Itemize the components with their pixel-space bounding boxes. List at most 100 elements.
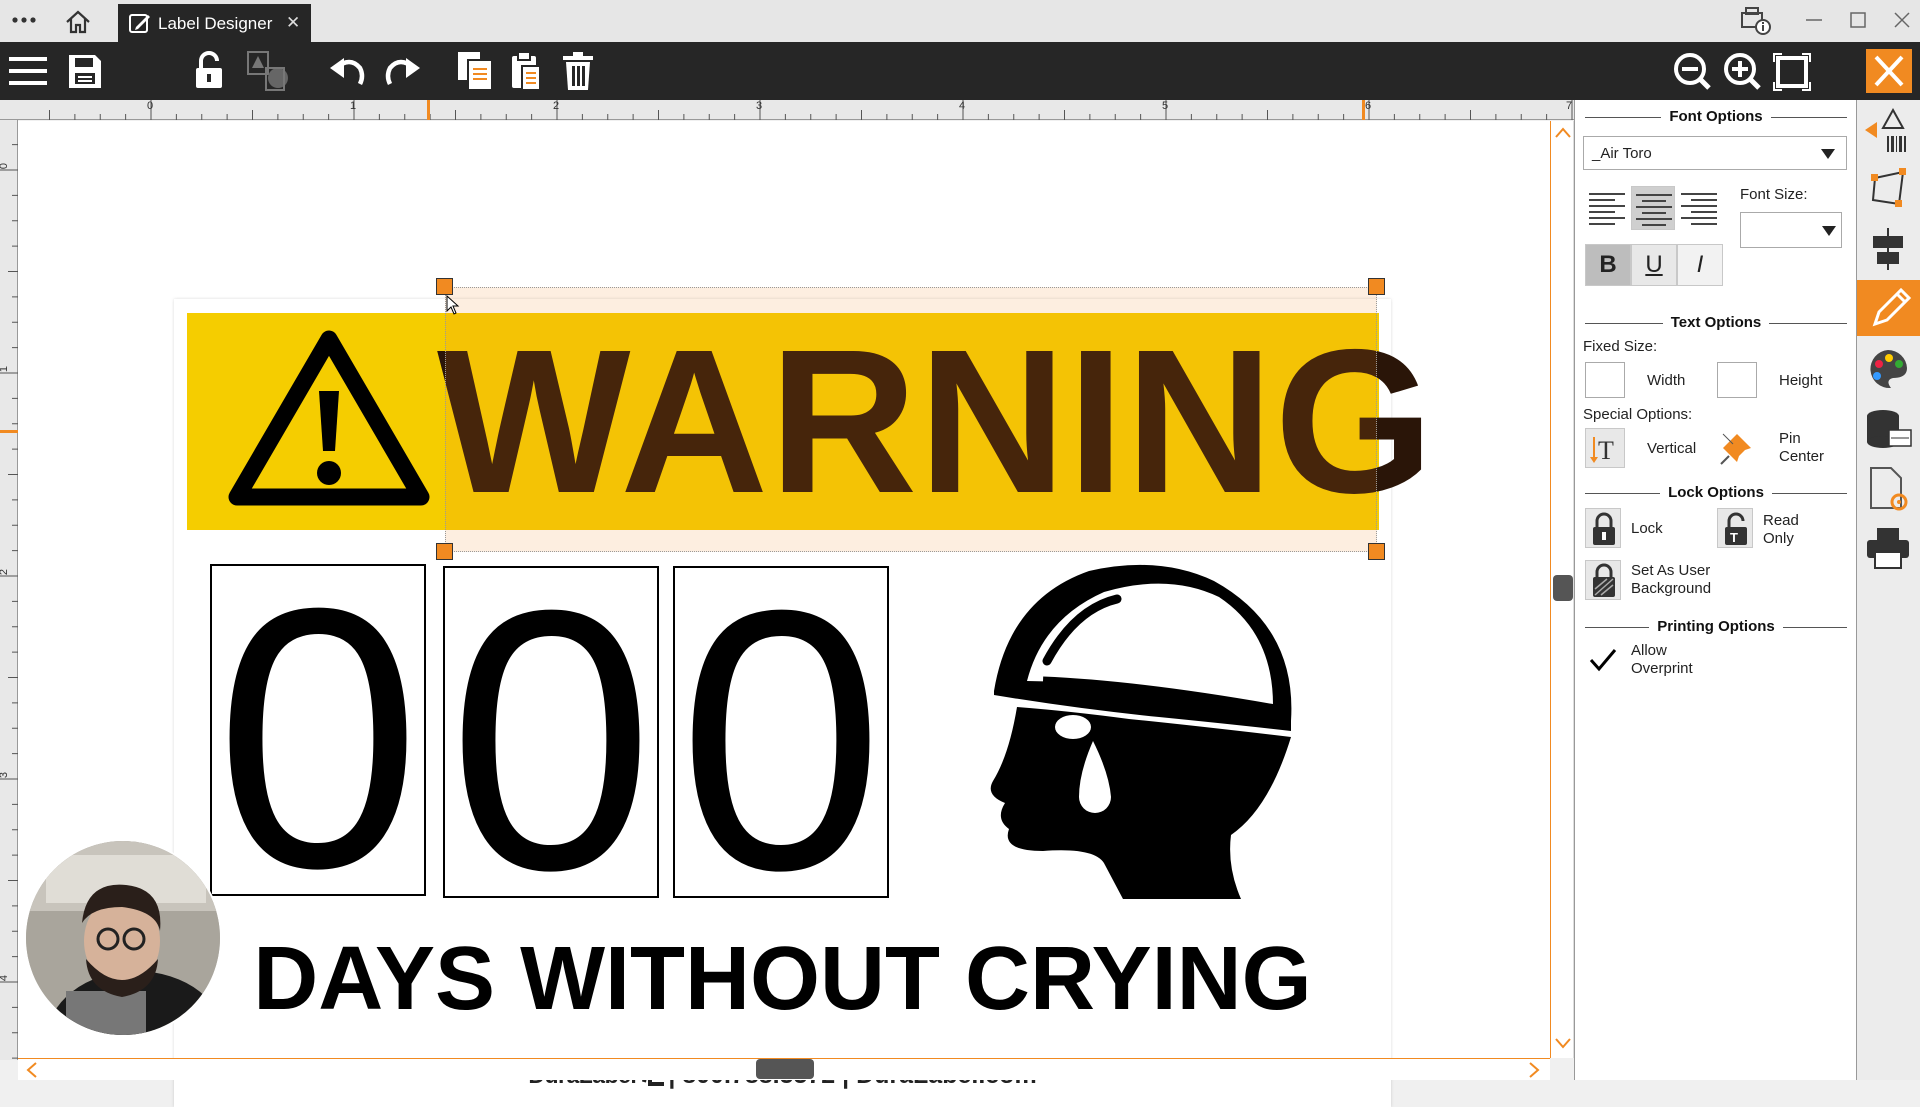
scroll-up-icon[interactable] — [1553, 123, 1573, 143]
user-background-button[interactable] — [1585, 560, 1621, 600]
digit-1: 0 — [215, 532, 421, 945]
shape-tool-button[interactable] — [1863, 164, 1913, 214]
main-toolbar — [0, 42, 1920, 100]
svg-text:T: T — [1598, 436, 1614, 465]
font-family-value: _Air Toro — [1592, 145, 1652, 162]
background-lock-icon — [1593, 563, 1615, 597]
align-right-icon — [1681, 193, 1717, 225]
vertical-scrollbar[interactable] — [1550, 121, 1574, 1058]
ruler-mark-0: 0 — [147, 100, 154, 112]
unlock-icon[interactable] — [192, 50, 226, 92]
tab-label-designer[interactable]: Label Designer ✕ — [118, 4, 311, 42]
digit-box-2[interactable]: 0 — [443, 556, 659, 926]
ruler-mark-5: 5 — [1162, 100, 1169, 112]
align-objects-button[interactable] — [1863, 224, 1913, 274]
align-center-button[interactable] — [1631, 186, 1675, 230]
database-button[interactable] — [1863, 404, 1913, 454]
vertical-scroll-thumb[interactable] — [1553, 575, 1573, 601]
pin-center-label: Pin Center — [1779, 430, 1825, 465]
copy-icon[interactable] — [454, 50, 496, 92]
save-icon[interactable] — [66, 50, 104, 92]
properties-panel: Font Options _Air Toro Font Size: B U I … — [1574, 100, 1856, 1080]
maximize-icon[interactable] — [1848, 8, 1868, 38]
bold-button[interactable]: B — [1585, 244, 1631, 286]
crying-worker-icon[interactable] — [979, 559, 1309, 899]
underline-button[interactable]: U — [1631, 244, 1677, 286]
height-label: Height — [1779, 372, 1823, 389]
zoom-in-icon[interactable] — [1722, 50, 1762, 92]
print-preview-icon[interactable] — [1738, 5, 1774, 37]
resize-handle-top-left[interactable] — [436, 278, 453, 295]
home-icon[interactable] — [64, 9, 92, 35]
pin-center-button[interactable] — [1717, 428, 1757, 468]
read-only-label: Read Only — [1763, 512, 1799, 547]
palette-icon — [1870, 349, 1907, 389]
font-options-heading: Font Options — [1585, 108, 1847, 125]
window-close-icon[interactable] — [1892, 8, 1912, 38]
align-center-icon — [1636, 194, 1672, 226]
fixed-width-input[interactable] — [1585, 362, 1625, 398]
color-palette-button[interactable] — [1863, 344, 1913, 394]
ruler-vmark-2: 2 — [0, 569, 10, 575]
mouse-cursor-icon — [446, 294, 460, 320]
resize-handle-top-right[interactable] — [1368, 278, 1385, 295]
lock-button[interactable] — [1585, 508, 1621, 548]
allow-overprint-checkbox[interactable] — [1585, 642, 1621, 678]
align-left-button[interactable] — [1585, 186, 1629, 230]
fixed-height-input[interactable] — [1717, 362, 1757, 398]
horizontal-scrollbar[interactable] — [18, 1058, 1550, 1080]
svg-text:T: T — [1730, 530, 1738, 545]
scroll-right-icon[interactable] — [1524, 1060, 1544, 1080]
allow-overprint-label: Allow Overprint — [1631, 642, 1693, 677]
ruler-vmark-3: 3 — [0, 772, 10, 778]
ruler-horizontal: 0 1 2 3 4 5 6 7 — [0, 100, 1574, 120]
symbol-library-button[interactable] — [1863, 106, 1913, 156]
scroll-left-icon[interactable] — [22, 1060, 42, 1080]
print-button[interactable] — [1863, 524, 1913, 574]
font-size-select[interactable] — [1740, 212, 1842, 248]
ruler-vmark-0: 0 — [0, 163, 10, 169]
paste-icon[interactable] — [508, 50, 544, 92]
close-icon — [1874, 55, 1904, 87]
text-options-heading: Text Options — [1585, 314, 1847, 331]
scroll-down-icon[interactable] — [1553, 1033, 1573, 1053]
horizontal-scroll-thumb[interactable] — [756, 1059, 814, 1079]
text-tool-button[interactable] — [1857, 280, 1920, 336]
digit-box-1[interactable]: 0 — [210, 554, 426, 924]
ruler-vmark-4: 4 — [0, 975, 10, 981]
arrange-shapes-icon[interactable] — [242, 50, 292, 92]
zoom-out-icon[interactable] — [1672, 50, 1712, 92]
font-family-select[interactable]: _Air Toro — [1583, 136, 1847, 170]
fit-to-window-icon[interactable] — [1772, 50, 1812, 92]
read-only-button[interactable]: T — [1717, 508, 1753, 548]
tab-close-button[interactable]: ✕ — [286, 13, 300, 33]
ruler-mark-4: 4 — [959, 100, 966, 112]
delete-icon[interactable] — [560, 50, 596, 92]
label-artboard[interactable]: WARNING 0 0 0 DAYS WITHOUT CRYING — [174, 278, 1434, 1107]
more-menu-icon[interactable] — [10, 10, 40, 30]
italic-button[interactable]: I — [1677, 244, 1723, 286]
printing-options-heading: Printing Options — [1585, 618, 1847, 635]
digit-box-3[interactable]: 0 — [673, 556, 889, 926]
webcam-overlay — [24, 839, 222, 1037]
redo-icon[interactable] — [382, 50, 422, 92]
design-canvas[interactable]: WARNING 0 0 0 DAYS WITHOUT CRYING — [18, 121, 1550, 1107]
resize-handle-bottom-right[interactable] — [1368, 543, 1385, 560]
checkmark-icon — [1589, 649, 1617, 672]
ruler-mark-3: 3 — [756, 100, 763, 112]
hamburger-menu-icon[interactable] — [8, 50, 48, 92]
minimize-icon[interactable] — [1804, 8, 1824, 38]
shape-edit-icon — [1871, 168, 1906, 207]
warning-triangle-icon[interactable] — [223, 323, 435, 523]
align-right-button[interactable] — [1677, 186, 1721, 230]
undo-icon[interactable] — [328, 50, 368, 92]
close-designer-button[interactable] — [1866, 49, 1912, 93]
vertical-text-button[interactable]: T — [1585, 428, 1625, 468]
tagline-text[interactable]: DAYS WITHOUT CRYING — [174, 929, 1391, 1029]
database-icon — [1867, 410, 1912, 448]
digit-3: 0 — [678, 534, 884, 947]
selection-box[interactable] — [445, 287, 1377, 552]
tab-title: Label Designer — [158, 14, 273, 33]
vertical-label: Vertical — [1647, 440, 1697, 457]
document-settings-button[interactable] — [1863, 464, 1913, 514]
